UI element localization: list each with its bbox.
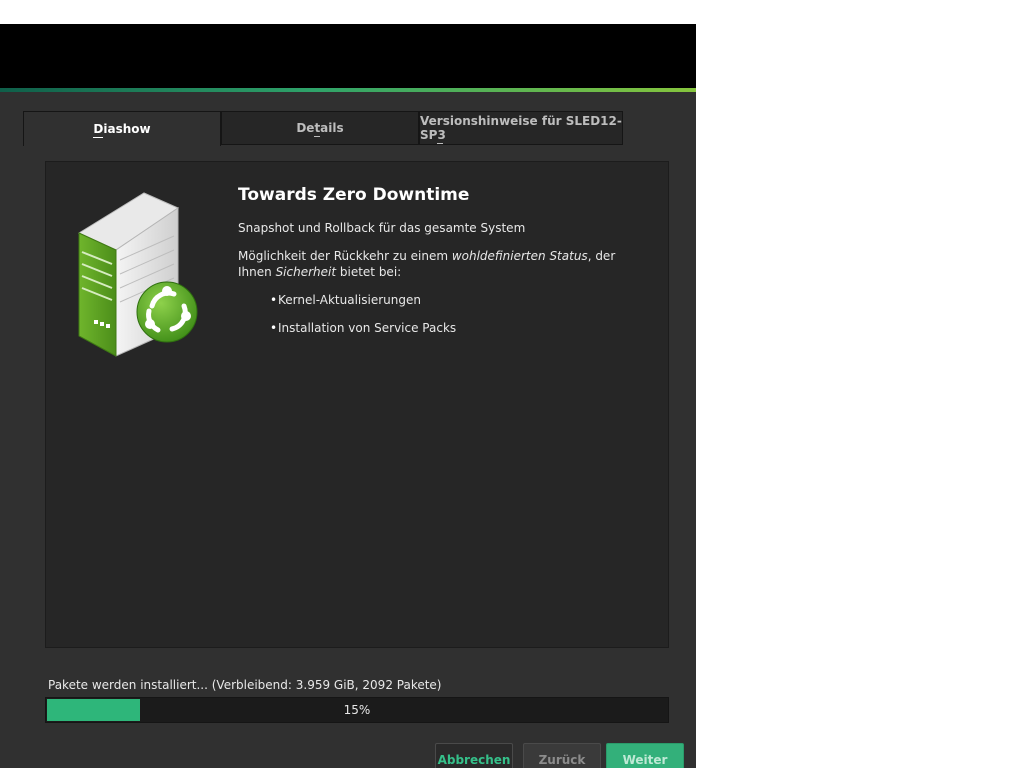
mnemonic-underline [93,137,104,138]
accent-gradient-line [0,88,696,92]
tab-details-label: Details [296,121,344,137]
slide-bullet-list: Kernel-Aktualisierungen Installation von… [238,292,638,336]
tab-versionshinweise-label: Versionshinweise für SLED12-SP3 [420,114,622,144]
back-button-label: Zurück [538,753,586,767]
install-status-text: Pakete werden installiert... (Verbleiben… [48,678,442,692]
list-item: Kernel-Aktualisierungen [270,292,638,308]
cancel-button[interactable]: Abbrechen [435,743,513,768]
slide-title: Towards Zero Downtime [238,185,470,205]
tab-diashow-label: Diashow [93,122,151,138]
slide-paragraph: Möglichkeit der Rückkehr zu einem wohlde… [238,248,638,280]
paragraph-text-3: bietet bei: [336,265,402,279]
paragraph-emphasis-1: wohldefinierten Status [451,249,588,263]
tab-details[interactable]: Details [221,111,419,145]
mnemonic-underline [314,136,321,137]
tab-diashow[interactable]: Diashow [23,111,221,146]
progress-percent-label: 15% [343,703,371,717]
mnemonic-underline [436,143,443,144]
installer-window: Diashow Details Versionshinweise für SLE… [0,24,696,768]
paragraph-text-1: Möglichkeit der Rückkehr zu einem [238,249,452,263]
next-button[interactable]: Weiter [606,743,684,768]
back-button[interactable]: Zurück [523,743,601,768]
window-header-bar [0,24,696,88]
server-refresh-icon [77,192,198,357]
cancel-button-label: Abbrechen [437,753,511,767]
paragraph-emphasis-2: Sicherheit [275,265,337,279]
tab-versionshinweise[interactable]: Versionshinweise für SLED12-SP3 [419,111,623,145]
install-progress-bar: 15% [45,697,669,723]
next-button-label: Weiter [622,753,668,767]
slide-content: Towards Zero Downtime Snapshot und Rollb… [238,182,638,348]
slide-subtitle: Snapshot und Rollback für das gesamte Sy… [238,221,526,235]
list-item: Installation von Service Packs [270,320,638,336]
slideshow-panel: Towards Zero Downtime Snapshot und Rollb… [45,161,669,648]
